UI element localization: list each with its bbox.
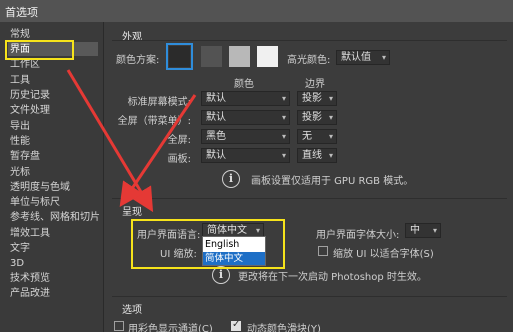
window-title: 首选项	[5, 6, 38, 19]
fullscreen-border-value: 无	[302, 131, 312, 142]
chevron-down-icon: ▾	[281, 94, 286, 103]
artboard-color-value: 默认	[206, 150, 226, 161]
language-option-english[interactable]: English	[203, 238, 265, 251]
appearance-divider	[112, 40, 507, 41]
artboard-border-value: 直线	[302, 150, 322, 161]
sidebar-item-workspace[interactable]: 工作区	[10, 59, 40, 71]
ui-language-label: 用户界面语言:	[137, 230, 201, 241]
ui-font-size-value: 中	[410, 225, 420, 236]
fullscreen-color-select[interactable]: 黑色 ▾	[201, 129, 290, 144]
sidebar-item-guides[interactable]: 参考线、网格和切片	[10, 212, 100, 224]
sidebar-item-cursors[interactable]: 光标	[10, 167, 30, 179]
ui-language-value: 简体中文	[207, 225, 247, 236]
chevron-down-icon: ▾	[281, 132, 286, 141]
fullscreen-label: 全屏:	[167, 135, 191, 146]
highlight-color-value: 默认值	[341, 52, 371, 63]
fullscreen-menu-color-value: 默认	[206, 112, 226, 123]
color-column-header: 颜色	[234, 79, 254, 90]
sidebar-item-plugins[interactable]: 增效工具	[10, 228, 50, 240]
color-scheme-darkest-swatch[interactable]	[166, 43, 193, 70]
show-channels-color-checkbox[interactable]	[114, 321, 124, 331]
ui-font-size-select[interactable]: 中 ▾	[405, 223, 441, 238]
show-channels-color-label: 用彩色显示通道(C)	[128, 324, 213, 332]
color-scheme-dark-swatch[interactable]	[201, 46, 222, 67]
dynamic-sliders-checkbox[interactable]	[231, 319, 241, 331]
chevron-down-icon: ▾	[432, 226, 437, 235]
options-section-title: 选项	[122, 305, 142, 316]
sidebar-item-scratch-disks[interactable]: 暂存盘	[10, 151, 40, 163]
color-scheme-light-swatch[interactable]	[229, 46, 250, 67]
standard-screen-border-select[interactable]: 投影 ▾	[297, 91, 337, 106]
fullscreen-menu-border-select[interactable]: 投影 ▾	[297, 110, 337, 125]
options-divider	[112, 296, 507, 297]
sidebar: 常规 界面 工作区 工具 历史记录 文件处理 导出 性能 暂存盘 光标 透明度与…	[0, 22, 104, 332]
sidebar-item-3d[interactable]: 3D	[10, 258, 24, 270]
standard-screen-color-value: 默认	[206, 93, 226, 104]
fullscreen-menu-color-select[interactable]: 默认 ▾	[201, 110, 290, 125]
fullscreen-menu-border-value: 投影	[302, 112, 322, 123]
artboard-color-select[interactable]: 默认 ▾	[201, 148, 290, 163]
ui-language-dropdown: English 简体中文	[202, 236, 266, 266]
artboard-label: 画板:	[167, 154, 191, 165]
presentation-divider	[112, 198, 507, 199]
sidebar-item-type[interactable]: 文字	[10, 243, 30, 255]
presentation-section-title: 呈现	[122, 207, 142, 218]
sidebar-item-interface[interactable]: 界面	[10, 44, 30, 56]
standard-screen-color-select[interactable]: 默认 ▾	[201, 91, 290, 106]
scale-ui-checkbox-label: 缩放 UI 以适合字体(S)	[333, 249, 434, 260]
sidebar-item-units[interactable]: 单位与标尺	[10, 197, 60, 209]
artboard-border-select[interactable]: 直线 ▾	[297, 148, 337, 163]
ui-scale-label: UI 缩放:	[160, 249, 197, 260]
info-icon: i	[222, 170, 240, 188]
sidebar-item-history[interactable]: 历史记录	[10, 90, 50, 102]
chevron-down-icon: ▾	[328, 151, 333, 160]
fullscreen-color-value: 黑色	[206, 131, 226, 142]
sidebar-item-file-handling[interactable]: 文件处理	[10, 105, 50, 117]
chevron-down-icon: ▾	[328, 94, 333, 103]
border-column-header: 边界	[305, 79, 325, 90]
color-scheme-label: 颜色方案:	[116, 55, 160, 66]
highlight-color-label: 高光颜色:	[287, 55, 331, 66]
ui-font-size-label: 用户界面字体大小:	[316, 230, 400, 241]
title-bar: 首选项	[0, 0, 513, 22]
chevron-down-icon: ▾	[328, 132, 333, 141]
scale-ui-checkbox[interactable]	[318, 246, 328, 256]
standard-screen-border-value: 投影	[302, 93, 322, 104]
restart-note: 更改将在下一次启动 Photoshop 时生效。	[238, 272, 427, 283]
fullscreen-border-select[interactable]: 无 ▾	[297, 129, 337, 144]
artboard-note: 画板设置仅适用于 GPU RGB 模式。	[251, 176, 414, 187]
chevron-down-icon: ▾	[281, 151, 286, 160]
dynamic-sliders-label: 动态颜色滑块(Y)	[247, 324, 321, 332]
sidebar-item-export[interactable]: 导出	[10, 121, 30, 133]
sidebar-item-transparency[interactable]: 透明度与色域	[10, 182, 70, 194]
chevron-down-icon: ▾	[328, 113, 333, 122]
chevron-down-icon: ▾	[381, 53, 386, 62]
info-icon: i	[212, 266, 230, 284]
sidebar-item-tech-previews[interactable]: 技术预览	[10, 273, 50, 285]
sidebar-item-product-improvement[interactable]: 产品改进	[10, 288, 50, 300]
highlight-color-select[interactable]: 默认值 ▾	[336, 50, 390, 65]
color-scheme-lightest-swatch[interactable]	[257, 46, 278, 67]
standard-screen-label: 标准屏幕模式:	[127, 97, 191, 108]
sidebar-item-tools[interactable]: 工具	[10, 75, 30, 87]
fullscreen-menu-label: 全屏（带菜单）:	[117, 116, 191, 127]
sidebar-item-general[interactable]: 常规	[10, 29, 30, 41]
language-option-simplified-chinese[interactable]: 简体中文	[203, 252, 265, 265]
chevron-down-icon: ▾	[281, 113, 286, 122]
sidebar-item-performance[interactable]: 性能	[10, 136, 30, 148]
